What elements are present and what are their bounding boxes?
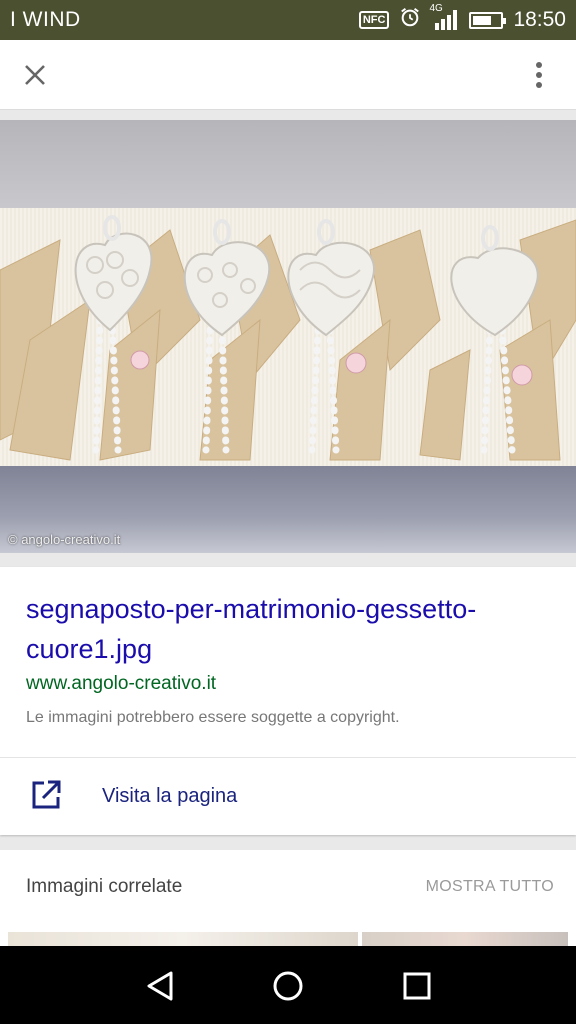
more-vert-icon [536, 62, 542, 88]
show-all-button[interactable]: MOSTRA TUTTO [426, 878, 554, 896]
navigation-bar [0, 946, 576, 1024]
clock: 18:50 [513, 8, 566, 31]
source-site[interactable]: www.angolo-creativo.it [26, 673, 216, 695]
carrier-name: I WIND [10, 8, 81, 31]
battery-fill [473, 15, 492, 25]
status-bar: I WIND NFC 4G 18:50 [0, 0, 576, 40]
top-app-bar [0, 40, 576, 110]
image-title-link[interactable]: segnaposto-per-matrimonio-gessetto-cuore… [26, 589, 546, 669]
more-options-button[interactable] [522, 58, 556, 92]
visit-page-label: Visita la pagina [102, 785, 238, 807]
signal-icon: 4G [429, 3, 459, 34]
nfc-icon: NFC [358, 11, 390, 29]
related-images-title: Immagini correlate [26, 876, 183, 897]
image-preview[interactable]: © angolo-creativo.it [0, 120, 576, 553]
recents-icon [403, 972, 431, 1000]
copyright-notice: Le immagini potrebbero essere soggette a… [26, 709, 400, 726]
close-icon [25, 65, 45, 85]
alarm-icon [399, 6, 421, 34]
recents-button[interactable] [397, 966, 437, 1006]
status-icons: NFC 4G 18:50 [358, 3, 566, 34]
home-icon [273, 971, 303, 1001]
image-info-card: segnaposto-per-matrimonio-gessetto-cuore… [0, 567, 576, 835]
visit-page-button[interactable]: Visita la pagina [0, 758, 576, 835]
back-button[interactable] [140, 966, 180, 1006]
close-button[interactable] [18, 58, 52, 92]
home-button[interactable] [268, 966, 308, 1006]
battery-icon [469, 11, 507, 29]
related-images-section: Immagini correlate MOSTRA TUTTO [0, 850, 576, 950]
network-type-label: 4G [429, 2, 443, 14]
image-watermark: © angolo-creativo.it [8, 532, 121, 547]
open-in-new-icon [32, 780, 61, 809]
back-icon [147, 971, 173, 1001]
